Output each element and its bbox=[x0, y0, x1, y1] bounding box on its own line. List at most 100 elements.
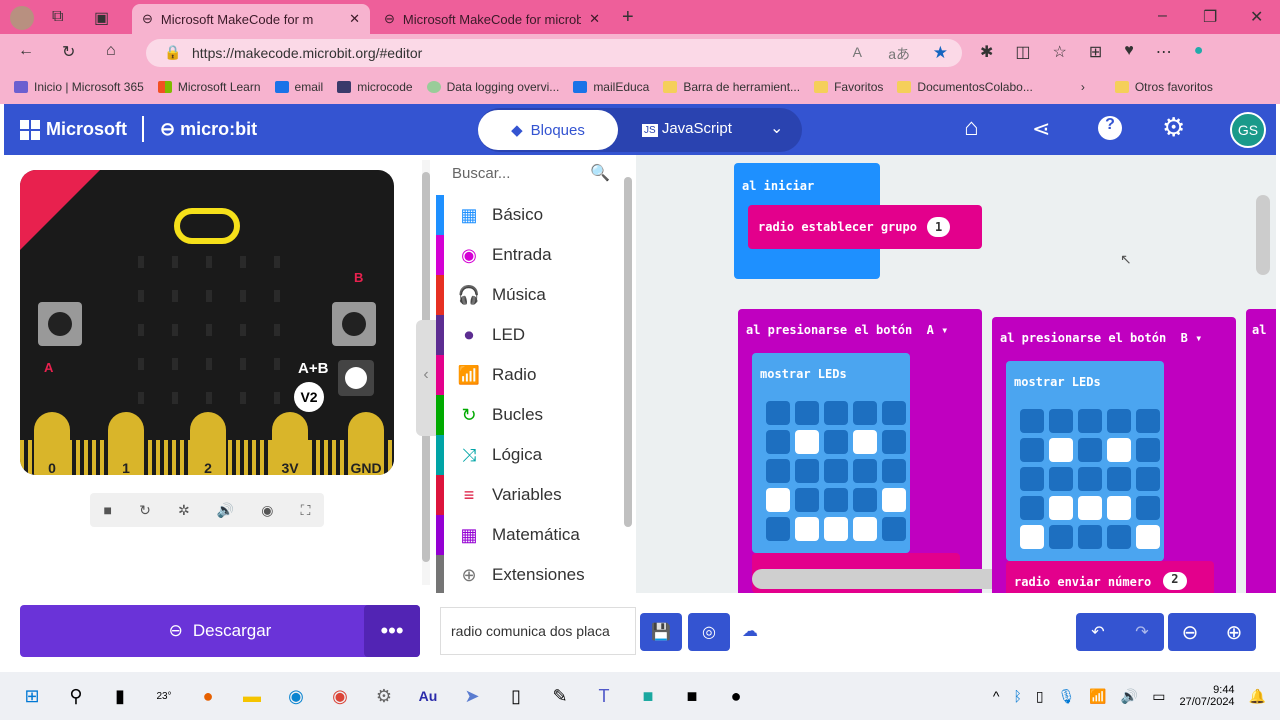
workspace-v-scrollbar[interactable] bbox=[1256, 195, 1270, 275]
weather-icon[interactable]: 23° bbox=[142, 691, 186, 702]
usb-icon[interactable]: ▯ bbox=[1036, 688, 1044, 705]
category-bucles[interactable]: ↻ Bucles bbox=[436, 395, 622, 435]
bookmark-learn[interactable]: Microsoft Learn bbox=[157, 80, 261, 94]
document-icon[interactable]: ▯ bbox=[494, 686, 538, 707]
battery-icon[interactable]: ▭ bbox=[1152, 688, 1165, 705]
github-icon[interactable]: ◎ bbox=[688, 613, 730, 651]
led-cell[interactable] bbox=[1136, 525, 1160, 549]
led-cell[interactable] bbox=[766, 517, 790, 541]
bookmark-favoritos[interactable]: Favoritos bbox=[814, 80, 883, 94]
blocks-workspace[interactable]: al iniciar radio establecer grupo 1 al pr… bbox=[636, 155, 1276, 593]
split-screen-icon[interactable]: ◫ bbox=[1015, 42, 1030, 62]
led-cell[interactable] bbox=[1107, 525, 1131, 549]
led-grid[interactable] bbox=[1020, 409, 1160, 549]
app-icon[interactable]: ➤ bbox=[450, 686, 494, 707]
category-led[interactable]: ⏺ LED bbox=[436, 315, 622, 355]
stop-icon[interactable]: ■ bbox=[104, 502, 112, 518]
led-cell[interactable] bbox=[853, 459, 877, 483]
microbit-board[interactable]: A B A+B V2 0 1 2 3V GND bbox=[20, 170, 394, 475]
led-cell[interactable] bbox=[1049, 496, 1073, 520]
led-cell[interactable] bbox=[824, 488, 848, 512]
wifi-icon[interactable]: 📶 bbox=[1089, 688, 1106, 705]
tab-makecode-2[interactable]: ⊖ Microsoft MakeCode for microbi ✕ bbox=[374, 4, 610, 34]
bookmark-barra[interactable]: Barra de herramient... bbox=[663, 80, 800, 94]
sound-icon[interactable]: 🔊 bbox=[217, 502, 234, 519]
screenshot-icon[interactable]: ◉ bbox=[261, 502, 273, 519]
bookmark-microcode[interactable]: microcode bbox=[337, 80, 413, 94]
notes-icon[interactable]: ■ bbox=[670, 686, 714, 707]
led-cell[interactable] bbox=[882, 488, 906, 512]
led-cell[interactable] bbox=[1049, 438, 1073, 462]
close-icon[interactable]: ✕ bbox=[349, 11, 360, 27]
toolbox-scrollbar[interactable] bbox=[624, 177, 632, 527]
debug-icon[interactable]: ✲ bbox=[178, 502, 190, 519]
category-entrada[interactable]: ◉ Entrada bbox=[436, 235, 622, 275]
workspaces-icon[interactable]: ⧉ bbox=[52, 8, 63, 26]
collapse-simulator-handle[interactable]: ‹ bbox=[416, 320, 436, 436]
blocks-tab[interactable]: ◆ Bloques bbox=[478, 110, 618, 150]
category-matemática[interactable]: ▦ Matemática bbox=[436, 515, 622, 555]
led-cell[interactable] bbox=[882, 459, 906, 483]
led-cell[interactable] bbox=[824, 430, 848, 454]
led-cell[interactable] bbox=[1107, 467, 1131, 491]
led-cell[interactable] bbox=[1049, 525, 1073, 549]
led-cell[interactable] bbox=[766, 401, 790, 425]
redo-icon[interactable]: ↷ bbox=[1135, 622, 1148, 642]
bookmark-m365[interactable]: Inicio | Microsoft 365 bbox=[14, 80, 144, 94]
cloud-icon[interactable]: ☁ bbox=[742, 621, 758, 641]
fullscreen-icon[interactable]: ⛶ bbox=[301, 502, 311, 519]
home-icon[interactable]: ⌂ bbox=[964, 114, 979, 142]
led-cell[interactable] bbox=[795, 459, 819, 483]
led-cell[interactable] bbox=[1020, 438, 1044, 462]
notifications-icon[interactable]: 🔔 bbox=[1249, 688, 1266, 705]
group-value-input[interactable]: 1 bbox=[926, 217, 951, 237]
bluetooth-icon[interactable]: ᛒ bbox=[1013, 688, 1021, 704]
led-cell[interactable] bbox=[1078, 496, 1102, 520]
led-cell[interactable] bbox=[795, 401, 819, 425]
on-button-b-block[interactable]: al presionarse el botón B ▾ mostrar LEDs… bbox=[992, 317, 1236, 593]
led-cell[interactable] bbox=[853, 488, 877, 512]
led-cell[interactable] bbox=[1020, 409, 1044, 433]
led-cell[interactable] bbox=[1020, 467, 1044, 491]
radio-send-number-block[interactable]: radio enviar número 2 bbox=[1006, 561, 1214, 593]
led-cell[interactable] bbox=[795, 488, 819, 512]
category-lógica[interactable]: ⤨ Lógica bbox=[436, 435, 622, 475]
bookmark-data-logging[interactable]: Data logging overvi... bbox=[426, 80, 559, 94]
save-icon[interactable]: 💾 bbox=[640, 613, 682, 651]
led-cell[interactable] bbox=[824, 401, 848, 425]
javascript-tab[interactable]: JS JavaScript bbox=[642, 120, 732, 137]
minimize-icon[interactable]: – bbox=[1158, 7, 1167, 25]
led-cell[interactable] bbox=[882, 430, 906, 454]
led-cell[interactable] bbox=[766, 488, 790, 512]
led-cell[interactable] bbox=[1078, 438, 1102, 462]
more-options-icon[interactable]: ••• bbox=[364, 605, 420, 657]
button-b[interactable] bbox=[332, 302, 376, 346]
led-cell[interactable] bbox=[882, 517, 906, 541]
led-cell[interactable] bbox=[1136, 409, 1160, 433]
chevron-right-icon[interactable]: › bbox=[1081, 80, 1085, 94]
button-a[interactable] bbox=[38, 302, 82, 346]
collections-icon[interactable]: ⊞ bbox=[1089, 42, 1102, 62]
start-icon[interactable]: ⊞ bbox=[10, 686, 54, 707]
chrome-icon[interactable]: ◉ bbox=[318, 686, 362, 707]
button-dropdown[interactable]: A bbox=[927, 323, 934, 337]
bookmark-email[interactable]: email bbox=[274, 80, 323, 94]
partial-event-block[interactable]: al bbox=[1246, 309, 1276, 593]
button-ab[interactable] bbox=[338, 360, 374, 396]
led-cell[interactable] bbox=[1020, 496, 1044, 520]
gimp-icon[interactable]: ✎ bbox=[538, 686, 582, 707]
health-icon[interactable]: ♥ bbox=[1124, 42, 1134, 62]
project-name-input[interactable]: radio comunica dos placa bbox=[440, 607, 636, 655]
button-dropdown[interactable]: B bbox=[1181, 331, 1188, 345]
radio-set-group-block[interactable]: radio establecer grupo 1 bbox=[748, 205, 982, 249]
settings-icon[interactable]: ⚙ bbox=[362, 686, 406, 707]
microbit-logo[interactable]: ⊖ micro:bit bbox=[160, 119, 257, 140]
chevron-up-icon[interactable]: ^ bbox=[993, 688, 1000, 704]
profile-avatar[interactable] bbox=[10, 6, 34, 30]
volume-icon[interactable]: 🔊 bbox=[1121, 688, 1138, 705]
led-cell[interactable] bbox=[766, 430, 790, 454]
led-cell[interactable] bbox=[1078, 409, 1102, 433]
task-view-icon[interactable]: ▮ bbox=[98, 686, 142, 707]
led-cell[interactable] bbox=[1136, 467, 1160, 491]
close-icon[interactable]: ✕ bbox=[589, 11, 600, 27]
